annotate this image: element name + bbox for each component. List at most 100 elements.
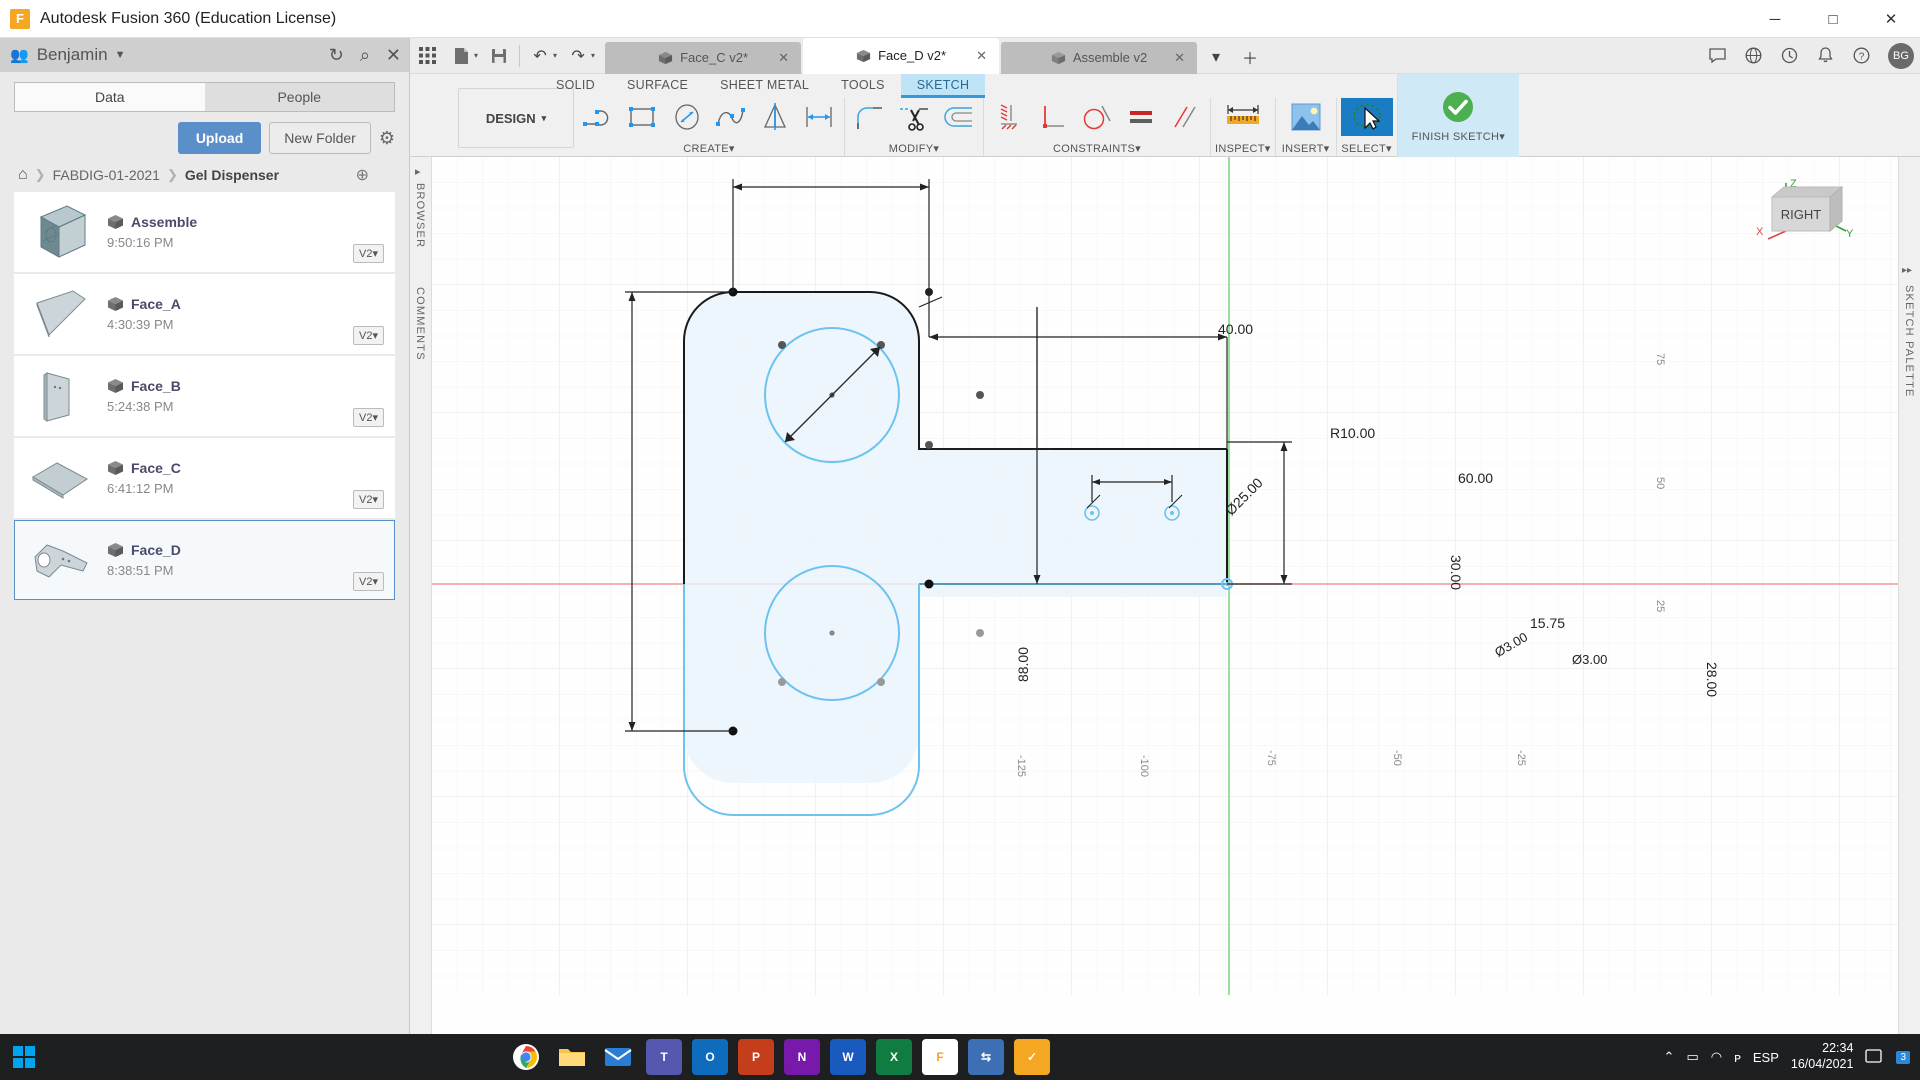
perpendicular-constraint-icon[interactable]: [1032, 98, 1074, 136]
list-item-selected[interactable]: Face_D 8:38:51 PM V2▾: [14, 520, 395, 600]
document-tab-face-d[interactable]: Face_D v2* ✕: [803, 37, 1000, 74]
undo-icon[interactable]: ↶: [523, 39, 557, 73]
ribbon-tab-solid[interactable]: SOLID: [540, 74, 611, 98]
tab-data[interactable]: Data: [14, 82, 205, 112]
powerpoint-icon[interactable]: P: [738, 1039, 774, 1075]
comment-icon[interactable]: [1700, 39, 1734, 73]
ribbon-group-modify-label[interactable]: MODIFY▾: [889, 142, 939, 156]
help-globe-icon[interactable]: [1736, 39, 1770, 73]
dimension-label-28[interactable]: 28.00: [1704, 662, 1720, 697]
ribbon-tab-sketch[interactable]: SKETCH: [900, 74, 986, 98]
offset-icon[interactable]: [937, 98, 979, 136]
new-folder-button[interactable]: New Folder: [269, 122, 371, 154]
upload-button[interactable]: Upload: [177, 122, 262, 154]
version-badge[interactable]: V2▾: [353, 326, 384, 345]
list-item[interactable]: Assemble 9:50:16 PM V2▾: [14, 192, 395, 272]
outlook-icon[interactable]: O: [692, 1039, 728, 1075]
explorer-icon[interactable]: [554, 1039, 590, 1075]
close-button[interactable]: ✕: [1862, 0, 1920, 38]
dimension-label-diameter-3-right[interactable]: Ø3.00: [1572, 652, 1607, 667]
close-icon[interactable]: ✕: [1174, 50, 1185, 66]
chrome-icon[interactable]: [508, 1039, 544, 1075]
measure-icon[interactable]: [1217, 98, 1269, 136]
ribbon-group-insert-label[interactable]: INSERT▾: [1282, 142, 1330, 156]
app-grid-icon[interactable]: [410, 39, 444, 73]
comments-rail-label[interactable]: COMMENTS: [414, 287, 426, 361]
wifi-icon[interactable]: ◠: [1711, 1049, 1722, 1065]
refresh-icon[interactable]: ↻: [329, 45, 344, 66]
close-icon[interactable]: ✕: [778, 50, 789, 66]
rail-expand-icon[interactable]: ▸: [415, 165, 421, 178]
help-icon[interactable]: ?: [1844, 39, 1878, 73]
add-tab-button[interactable]: ＋: [1233, 40, 1267, 74]
redo-icon[interactable]: ↷: [561, 39, 595, 73]
version-badge[interactable]: V2▾: [353, 572, 384, 591]
windows-logo-icon[interactable]: [0, 1034, 48, 1080]
volume-icon[interactable]: ᴘ: [1734, 1050, 1741, 1065]
job-status-icon[interactable]: [1772, 39, 1806, 73]
ribbon-tab-surface[interactable]: SURFACE: [611, 74, 704, 98]
word-icon[interactable]: W: [830, 1039, 866, 1075]
fillet-icon[interactable]: [849, 98, 891, 136]
tangent-constraint-icon[interactable]: [1076, 98, 1118, 136]
redo-caret-icon[interactable]: ▾: [591, 51, 595, 60]
version-badge[interactable]: V2▾: [353, 244, 384, 263]
tab-people[interactable]: People: [204, 82, 395, 112]
globe-icon[interactable]: ⊕: [356, 165, 369, 185]
ribbon-group-finish-label[interactable]: FINISH SKETCH▾: [1412, 130, 1505, 144]
breadcrumb-item-project[interactable]: FABDIG-01-2021: [53, 167, 160, 183]
list-item[interactable]: Face_A 4:30:39 PM V2▾: [14, 274, 395, 354]
list-item[interactable]: Face_C 6:41:12 PM V2▾: [14, 438, 395, 518]
dimension-label-r10[interactable]: R10.00: [1330, 425, 1375, 441]
dimension-label-15-75[interactable]: 15.75: [1530, 615, 1565, 631]
gear-icon[interactable]: ⚙: [379, 128, 395, 149]
close-panel-icon[interactable]: ✕: [386, 45, 401, 66]
parallel-constraint-icon[interactable]: [1164, 98, 1206, 136]
tab-overflow-caret-icon[interactable]: ▾: [1199, 40, 1233, 74]
sketch-palette-rail-label[interactable]: SKETCH PALETTE: [1903, 285, 1915, 398]
view-cube[interactable]: Z X Y RIGHT: [1738, 175, 1858, 265]
version-badge[interactable]: V2▾: [353, 408, 384, 427]
file-menu-caret-icon[interactable]: ▾: [474, 51, 478, 60]
avatar[interactable]: BG: [1888, 42, 1914, 69]
browser-rail-label[interactable]: BROWSER: [414, 183, 426, 248]
spline-icon[interactable]: [710, 98, 752, 136]
trim-icon[interactable]: [893, 98, 935, 136]
finish-sketch-check-icon[interactable]: [1437, 88, 1479, 126]
chevron-down-icon[interactable]: ▼: [115, 49, 126, 61]
rectangle-icon[interactable]: [622, 98, 664, 136]
close-icon[interactable]: ✕: [976, 48, 987, 64]
insert-image-icon[interactable]: [1280, 98, 1332, 136]
dimension-label-60[interactable]: 60.00: [1458, 470, 1493, 486]
search-icon[interactable]: ⌕: [360, 45, 370, 66]
ribbon-group-create-label[interactable]: CREATE▾: [683, 142, 734, 156]
ribbon-group-inspect-label[interactable]: INSPECT▾: [1215, 142, 1271, 156]
excel-icon[interactable]: X: [876, 1039, 912, 1075]
sketch-dimension-icon[interactable]: [798, 98, 840, 136]
undo-caret-icon[interactable]: ▾: [553, 51, 557, 60]
onenote-icon[interactable]: N: [784, 1039, 820, 1075]
document-tab-face-c[interactable]: Face_C v2* ✕: [605, 41, 802, 74]
select-cursor-icon[interactable]: [1340, 98, 1393, 136]
document-tab-assemble[interactable]: Assemble v2 ✕: [1001, 41, 1198, 74]
home-icon[interactable]: ⌂: [18, 166, 28, 184]
file-icon[interactable]: [444, 39, 478, 73]
breadcrumb-item-folder[interactable]: Gel Dispenser: [185, 167, 279, 183]
circle-icon[interactable]: [666, 98, 708, 136]
bell-icon[interactable]: [1808, 39, 1842, 73]
teams-icon[interactable]: T: [646, 1039, 682, 1075]
line-icon[interactable]: [578, 98, 620, 136]
minimize-button[interactable]: ─: [1746, 0, 1804, 38]
palette-expand-icon[interactable]: ▸▸: [1902, 265, 1912, 276]
language-indicator[interactable]: ESP: [1753, 1050, 1779, 1065]
list-item[interactable]: Face_B 5:24:38 PM V2▾: [14, 356, 395, 436]
equal-constraint-icon[interactable]: [1120, 98, 1162, 136]
ribbon-group-select-label[interactable]: SELECT▾: [1341, 142, 1391, 156]
version-badge[interactable]: V2▾: [353, 490, 384, 509]
mirror-icon[interactable]: [754, 98, 796, 136]
todo-icon[interactable]: ✓: [1014, 1039, 1050, 1075]
sketch-canvas[interactable]: 40.00 R10.00 60.00 Ø25.00 30.00 15.75 Ø3…: [432, 157, 1898, 1080]
dimension-label-88[interactable]: 88.00: [1015, 647, 1031, 682]
dimension-label-30[interactable]: 30.00: [1448, 555, 1464, 590]
ribbon-tab-tools[interactable]: TOOLS: [825, 74, 901, 98]
